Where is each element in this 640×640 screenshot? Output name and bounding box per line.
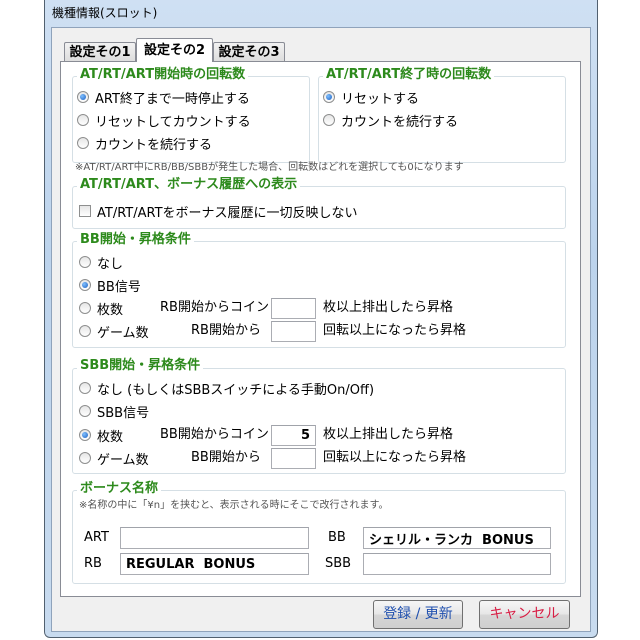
sbb-games-suffix: 回転以上になったら昇格 bbox=[323, 450, 467, 465]
bb-condition-legend: BB開始・昇格条件 bbox=[77, 232, 194, 248]
tab-settings-1[interactable]: 設定その1 bbox=[64, 42, 136, 62]
radio-bb-signal[interactable]: BB信号 bbox=[79, 276, 141, 295]
radio-label: なし (もしくはSBBスイッチによる手動On/Off) bbox=[97, 382, 375, 398]
art-name-label: ART bbox=[84, 530, 109, 545]
radio-label: ゲーム数 bbox=[97, 452, 149, 468]
radio-indicator[interactable] bbox=[79, 256, 91, 268]
radio-indicator[interactable] bbox=[77, 137, 89, 149]
sbb-coins-input[interactable] bbox=[271, 425, 316, 446]
sbb-coins-suffix: 枚以上排出したら昇格 bbox=[323, 427, 454, 442]
radio-indicator[interactable] bbox=[79, 325, 91, 337]
bb-coins-suffix: 枚以上排出したら昇格 bbox=[323, 300, 454, 315]
window-title: 機種情報(スロット) bbox=[52, 6, 158, 20]
tab-settings-3[interactable]: 設定その3 bbox=[213, 42, 285, 62]
radio-start-pause[interactable]: ART終了まで一時停止する bbox=[77, 88, 250, 107]
radio-label: 枚数 bbox=[97, 302, 124, 318]
sbb-games-input[interactable] bbox=[271, 448, 316, 469]
radio-indicator[interactable] bbox=[79, 452, 91, 464]
rb-name-input[interactable] bbox=[120, 553, 309, 575]
checkbox-indicator[interactable] bbox=[79, 205, 91, 217]
rb-name-label: RB bbox=[84, 556, 102, 571]
radio-bb-coins[interactable]: 枚数 bbox=[79, 299, 124, 318]
bb-coins-prefix: RB開始からコイン bbox=[160, 300, 269, 315]
radio-indicator[interactable] bbox=[79, 279, 91, 291]
radio-label: なし bbox=[97, 256, 124, 272]
bb-name-input[interactable] bbox=[363, 527, 551, 549]
bb-coins-input[interactable] bbox=[271, 298, 316, 319]
bb-name-label: BB bbox=[328, 530, 346, 545]
radio-bb-games[interactable]: ゲーム数 bbox=[79, 322, 149, 341]
bonus-names-legend: ボーナス名称 bbox=[77, 481, 162, 497]
radio-indicator[interactable] bbox=[77, 114, 89, 126]
checkbox-label: AT/RT/ARTをボーナス履歴に一切反映しない bbox=[97, 205, 358, 221]
radio-end-reset[interactable]: リセットする bbox=[323, 88, 420, 107]
cancel-button[interactable]: キャンセル bbox=[479, 600, 570, 629]
sbb-name-label: SBB bbox=[325, 556, 352, 571]
art-name-input[interactable] bbox=[120, 527, 309, 549]
checkbox-no-history[interactable]: AT/RT/ARTをボーナス履歴に一切反映しない bbox=[79, 202, 358, 221]
radio-indicator[interactable] bbox=[79, 429, 91, 441]
radio-bb-none[interactable]: なし bbox=[79, 253, 124, 272]
radio-end-continue[interactable]: カウントを続行する bbox=[323, 111, 459, 130]
radio-indicator[interactable] bbox=[323, 114, 335, 126]
rotation-note: ※AT/RT/ART中にRB/BB/SBBが発生した場合、回転数はどれを選択して… bbox=[75, 162, 464, 173]
history-display-legend: AT/RT/ART、ボーナス履歴への表示 bbox=[77, 177, 301, 193]
register-update-button[interactable]: 登録 / 更新 bbox=[373, 600, 463, 629]
sbb-games-prefix: BB開始から bbox=[191, 450, 261, 465]
radio-sbb-games[interactable]: ゲーム数 bbox=[79, 449, 149, 468]
radio-label: カウントを続行する bbox=[95, 137, 213, 153]
radio-label: BB信号 bbox=[97, 279, 141, 295]
radio-label: カウントを続行する bbox=[341, 114, 459, 130]
bonus-names-note: ※名称の中に「¥n」を挟むと、表示される時にそこで改行されます。 bbox=[79, 500, 389, 511]
radio-start-reset[interactable]: リセットしてカウントする bbox=[77, 111, 251, 130]
sbb-coins-prefix: BB開始からコイン bbox=[160, 427, 269, 442]
radio-label: 枚数 bbox=[97, 429, 124, 445]
radio-label: ART終了まで一時停止する bbox=[95, 91, 250, 107]
radio-indicator[interactable] bbox=[77, 91, 89, 103]
radio-label: リセットする bbox=[341, 91, 420, 107]
radio-label: リセットしてカウントする bbox=[95, 114, 251, 130]
radio-indicator[interactable] bbox=[79, 405, 91, 417]
start-rotation-legend: AT/RT/ART開始時の回転数 bbox=[77, 67, 249, 83]
radio-indicator[interactable] bbox=[323, 91, 335, 103]
radio-sbb-signal[interactable]: SBB信号 bbox=[79, 402, 150, 421]
bb-games-input[interactable] bbox=[271, 321, 316, 342]
end-rotation-legend: AT/RT/ART終了時の回転数 bbox=[323, 67, 495, 83]
sbb-condition-legend: SBB開始・昇格条件 bbox=[77, 358, 204, 374]
radio-indicator[interactable] bbox=[79, 302, 91, 314]
radio-start-continue[interactable]: カウントを続行する bbox=[77, 134, 213, 153]
radio-sbb-coins[interactable]: 枚数 bbox=[79, 426, 124, 445]
radio-sbb-none[interactable]: なし (もしくはSBBスイッチによる手動On/Off) bbox=[79, 379, 375, 398]
radio-label: ゲーム数 bbox=[97, 325, 149, 341]
radio-label: SBB信号 bbox=[97, 405, 150, 421]
bb-games-suffix: 回転以上になったら昇格 bbox=[323, 323, 467, 338]
radio-indicator[interactable] bbox=[79, 382, 91, 394]
bb-games-prefix: RB開始から bbox=[191, 323, 261, 338]
sbb-name-input[interactable] bbox=[363, 553, 551, 575]
tab-settings-2[interactable]: 設定その2 bbox=[136, 38, 213, 62]
